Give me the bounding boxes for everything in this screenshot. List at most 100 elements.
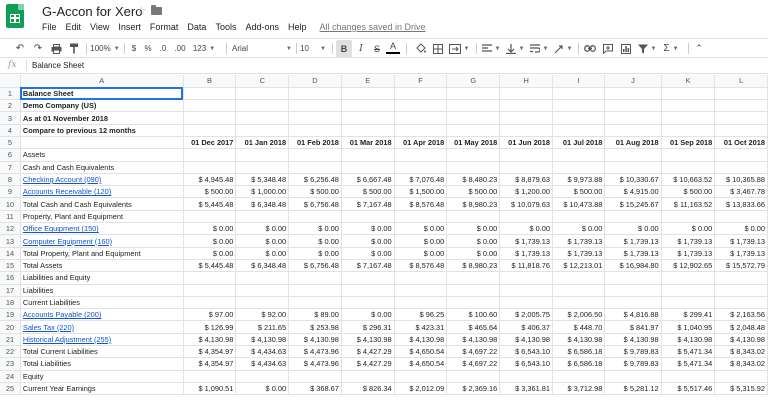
row-header[interactable]: 23	[0, 357, 21, 371]
cell-e15[interactable]: $ 7,167.48	[341, 259, 395, 273]
column-header-f[interactable]: F	[394, 75, 448, 88]
font-family-select[interactable]: Arial ▼	[232, 40, 292, 57]
cell-i2[interactable]	[552, 99, 606, 113]
cell-i17[interactable]	[552, 284, 606, 297]
row-header[interactable]: 3	[0, 111, 21, 125]
cell-e8[interactable]: $ 6,667.48	[341, 173, 395, 187]
cell-k19[interactable]: $ 299.41	[661, 308, 716, 322]
cell-j11[interactable]	[604, 210, 662, 224]
cell-g5[interactable]: 01 May 2018	[446, 136, 501, 150]
cell-b1[interactable]	[183, 87, 237, 101]
cell-c24[interactable]	[235, 370, 290, 383]
cell-l7[interactable]	[714, 161, 768, 174]
cell-f17[interactable]	[394, 284, 448, 297]
cell-i13[interactable]: $ 1,739.13	[552, 234, 606, 248]
cell-i4[interactable]	[552, 124, 606, 137]
cell-c20[interactable]: $ 211.65	[235, 320, 290, 334]
cell-f20[interactable]: $ 423.31	[394, 320, 448, 334]
cell-c17[interactable]	[235, 284, 290, 297]
text-color-button[interactable]: A	[386, 40, 400, 54]
cell-g16[interactable]	[446, 271, 501, 285]
cell-k24[interactable]	[661, 370, 716, 383]
cell-i11[interactable]	[552, 210, 606, 224]
cell-d23[interactable]: $ 4,473.96	[288, 357, 342, 371]
cell-k3[interactable]	[661, 111, 716, 125]
cell-e20[interactable]: $ 296.31	[341, 320, 395, 334]
cell-b18[interactable]	[183, 296, 237, 310]
cell-l8[interactable]: $ 10,365.88	[714, 173, 768, 187]
cell-a1[interactable]: Balance Sheet	[20, 87, 184, 101]
cell-a6[interactable]: Assets	[20, 148, 184, 162]
cell-j22[interactable]: $ 9,789.83	[604, 345, 662, 359]
cell-i21[interactable]: $ 4,130.98	[552, 333, 606, 347]
cell-b23[interactable]: $ 4,354.97	[183, 357, 237, 371]
cell-d16[interactable]	[288, 271, 342, 285]
cell-j7[interactable]	[604, 161, 662, 174]
decrease-decimals-button[interactable]: .0	[156, 40, 170, 57]
cell-f22[interactable]: $ 4,650.54	[394, 345, 448, 359]
cell-a10[interactable]: Total Cash and Cash Equivalents	[20, 197, 184, 211]
cell-a15[interactable]: Total Assets	[20, 259, 184, 273]
cell-g14[interactable]: $ 0.00	[446, 247, 501, 260]
cell-b13[interactable]: $ 0.00	[183, 234, 237, 248]
cell-f24[interactable]	[394, 370, 448, 383]
cell-e24[interactable]	[341, 370, 395, 383]
star-icon[interactable]: ☆	[136, 4, 147, 18]
cell-b20[interactable]: $ 126.99	[183, 320, 237, 334]
cell-e2[interactable]	[341, 99, 395, 113]
insert-comment-icon[interactable]	[600, 40, 616, 57]
cell-j5[interactable]: 01 Aug 2018	[604, 136, 662, 150]
cell-d18[interactable]	[288, 296, 342, 310]
cell-g9[interactable]: $ 500.00	[446, 185, 501, 199]
cell-e22[interactable]: $ 4,427.29	[341, 345, 395, 359]
cell-d10[interactable]: $ 6,756.48	[288, 197, 342, 211]
cell-f14[interactable]: $ 0.00	[394, 247, 448, 260]
cell-k2[interactable]	[661, 99, 716, 113]
cell-c9[interactable]: $ 1,000.00	[235, 185, 290, 199]
cell-b5[interactable]: 01 Dec 2017	[183, 136, 237, 150]
cell-h10[interactable]: $ 10,079.63	[499, 197, 554, 211]
insert-link-icon[interactable]	[582, 40, 598, 57]
cell-a22[interactable]: Total Current Liabilities	[20, 345, 184, 359]
cell-e14[interactable]: $ 0.00	[341, 247, 395, 260]
row-header[interactable]: 1	[0, 87, 21, 101]
cell-c11[interactable]	[235, 210, 290, 224]
cell-d5[interactable]: 01 Feb 2018	[288, 136, 342, 150]
document-title[interactable]: G-Accon for Xero	[42, 4, 142, 19]
cell-j6[interactable]	[604, 148, 662, 162]
cell-h3[interactable]	[499, 111, 554, 125]
cell-b7[interactable]	[183, 161, 237, 174]
cell-f21[interactable]: $ 4,130.98	[394, 333, 448, 347]
cell-a9[interactable]: Accounts Receivable (120)	[20, 185, 184, 199]
cell-c5[interactable]: 01 Jan 2018	[235, 136, 290, 150]
menu-format[interactable]: Format	[150, 22, 179, 32]
cell-i5[interactable]: 01 Jul 2018	[552, 136, 606, 150]
column-header-b[interactable]: B	[183, 75, 237, 88]
cell-e21[interactable]: $ 4,130.98	[341, 333, 395, 347]
cell-h9[interactable]: $ 1,200.00	[499, 185, 554, 199]
cell-b14[interactable]: $ 0.00	[183, 247, 237, 260]
cell-j17[interactable]	[604, 284, 662, 297]
cell-d11[interactable]	[288, 210, 342, 224]
cell-i10[interactable]: $ 10,473.88	[552, 197, 606, 211]
borders-icon[interactable]	[430, 40, 446, 57]
vertical-align-icon[interactable]: ▼	[504, 40, 526, 57]
cell-k16[interactable]	[661, 271, 716, 285]
cell-h20[interactable]: $ 406.37	[499, 320, 554, 334]
cell-l18[interactable]	[714, 296, 768, 310]
cell-b17[interactable]	[183, 284, 237, 297]
cell-d20[interactable]: $ 253.98	[288, 320, 342, 334]
cell-l3[interactable]	[714, 111, 768, 125]
cell-j21[interactable]: $ 4,130.98	[604, 333, 662, 347]
cell-h25[interactable]: $ 3,361.81	[499, 382, 554, 396]
cell-b4[interactable]	[183, 124, 237, 137]
cell-g24[interactable]	[446, 370, 501, 383]
cell-f12[interactable]: $ 0.00	[394, 222, 448, 236]
formula-input[interactable]: Balance Sheet	[32, 61, 84, 70]
cell-f25[interactable]: $ 2,012.09	[394, 382, 448, 396]
cell-l19[interactable]: $ 2,163.56	[714, 308, 768, 322]
column-header-l[interactable]: L	[714, 75, 768, 88]
cell-j2[interactable]	[604, 99, 662, 113]
zoom-select[interactable]: 100% ▼	[90, 40, 120, 57]
cell-d14[interactable]: $ 0.00	[288, 247, 342, 260]
